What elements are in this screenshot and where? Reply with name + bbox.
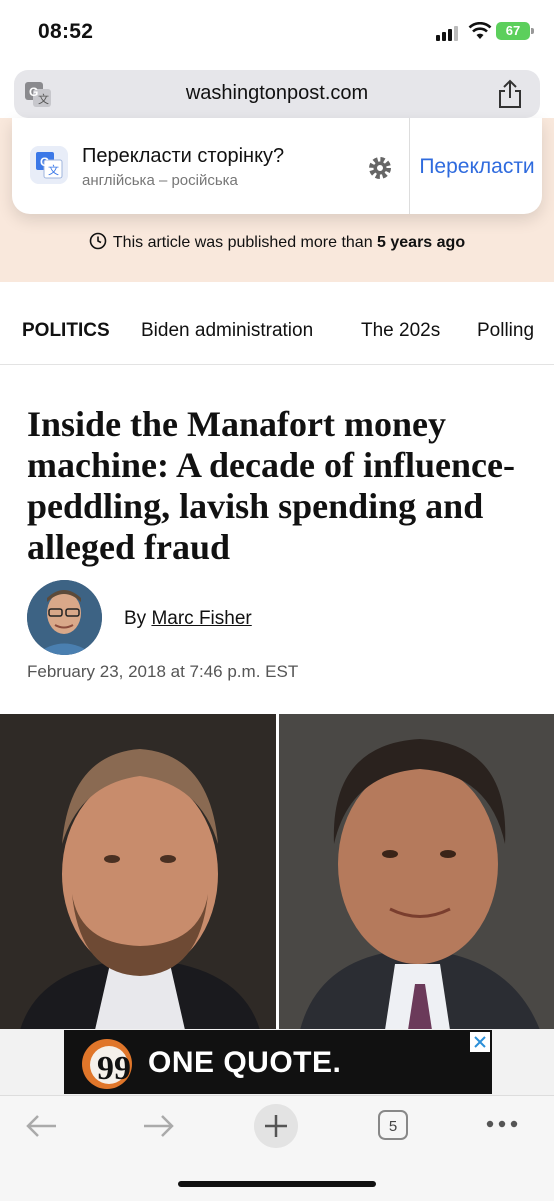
author-link[interactable]: Marc Fisher [151,608,251,629]
nav-item-polling[interactable]: Polling [477,320,534,342]
svg-text:文: 文 [48,163,59,177]
url-text[interactable]: washingtonpost.com [0,82,554,105]
nav-item-biden-administration[interactable]: Biden administration [141,320,313,342]
home-indicator[interactable] [178,1181,376,1187]
translate-languages: англійська – російська [82,172,238,189]
cellular-signal-icon [436,26,458,41]
clock-icon [89,232,107,250]
battery-tip [531,28,534,34]
ad-text: ONE QUOTE. [148,1046,342,1079]
status-time: 08:52 [38,20,94,43]
notice-text: This article was published more than [112,234,378,251]
author-avatar[interactable] [27,580,102,655]
svg-text:99: 99 [97,1050,131,1087]
battery-indicator: 67 [496,22,530,40]
published-notice: This article was published more than 5 y… [0,232,554,252]
google-translate-icon: G 文 [30,146,68,184]
translate-title: Перекласти сторінку? [82,145,285,167]
notice-bold: 5 years ago [377,234,466,251]
byline-prefix: By [124,608,152,629]
forward-arrow-icon[interactable] [142,1112,176,1140]
article-headline: Inside the Manafort money machine: A dec… [27,404,515,567]
ad-close-icon[interactable] [470,1032,490,1052]
back-arrow-icon[interactable] [24,1112,58,1140]
article-photo [0,714,554,1030]
wifi-icon [468,22,492,39]
more-dots-icon[interactable] [486,1114,518,1134]
nav-item-the-202s[interactable]: The 202s [361,320,440,342]
share-icon[interactable] [496,78,524,110]
tab-switcher-button[interactable]: 5 [378,1110,408,1140]
translate-button[interactable]: Перекласти [410,155,544,179]
publish-date: February 23, 2018 at 7:46 p.m. EST [27,662,299,681]
gear-icon[interactable] [366,154,394,182]
quote-logo-icon: 99 [82,1039,132,1089]
new-tab-plus-icon[interactable] [254,1104,298,1148]
byline: By Marc Fisher [124,608,252,630]
nav-item-politics[interactable]: POLITICS [22,320,110,342]
